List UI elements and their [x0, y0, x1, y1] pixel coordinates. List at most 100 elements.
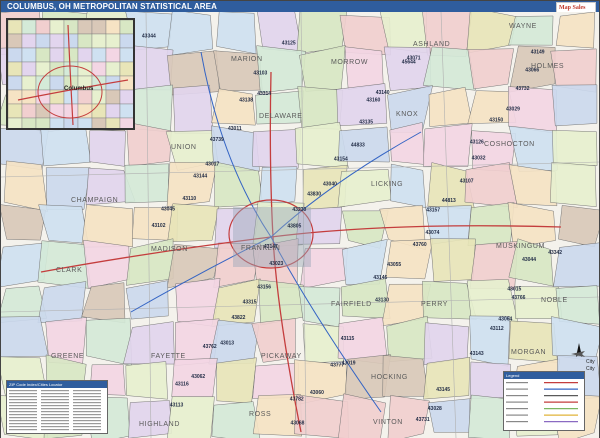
zip-label: 44813: [442, 198, 456, 204]
index-entry: [73, 405, 101, 407]
index-entry: [41, 420, 69, 422]
inset-zip-area: [35, 61, 51, 77]
index-entry: [41, 429, 69, 431]
inset-zip-area: [49, 33, 65, 49]
index-entry: [73, 390, 101, 392]
zip-label: 43115: [341, 336, 355, 342]
zip-label: 43055: [387, 262, 401, 268]
zip-area: [555, 285, 599, 325]
inset-zip-area: [77, 117, 93, 128]
zip-label: 43143: [470, 351, 484, 357]
zip-area: [211, 88, 256, 126]
inset-zip-area: [63, 47, 79, 63]
zip-label: 43107: [460, 179, 474, 185]
inset-zip-area: [35, 20, 51, 35]
zip-label: 43064: [498, 317, 512, 323]
county-label: ROSS: [249, 411, 272, 418]
index-entry: [73, 429, 101, 431]
legend-label-line: [506, 401, 528, 403]
inset-zip-area: [8, 75, 23, 91]
inset-zip-area: [91, 117, 107, 128]
county-label: ASHLAND: [413, 41, 451, 48]
zip-area: [128, 400, 173, 438]
index-entry: [9, 426, 37, 428]
zip-area: [552, 130, 598, 166]
zip-label: 43112: [490, 326, 504, 332]
zip-area: [422, 123, 473, 168]
zip-label: 43314: [257, 91, 271, 97]
zip-area: [256, 45, 306, 94]
index-entry: [9, 423, 37, 425]
inset-zip-area: [21, 61, 37, 77]
zip-area: [172, 84, 214, 134]
zip-label: 43344: [142, 34, 156, 40]
inset-zip-area: [8, 103, 23, 119]
inset-city-label: Columbus: [64, 86, 94, 92]
index-entry: [9, 417, 37, 419]
legend-label-line: [506, 388, 528, 390]
index-entry: [73, 420, 101, 422]
index-entry: [9, 402, 37, 404]
index-entry: [9, 396, 37, 398]
index-entry: [41, 417, 69, 419]
inset-zip-area: [91, 47, 107, 63]
inset-zip-area: [63, 33, 79, 49]
inset-zip-area: [35, 117, 51, 128]
index-entry: [41, 399, 69, 401]
zip-area: [508, 164, 558, 207]
county-label: WAYNE: [509, 23, 537, 30]
inset-zip-area: [91, 61, 107, 77]
zip-label: 43011: [228, 126, 242, 132]
index-entry: [9, 393, 37, 395]
zip-label: 43146: [373, 275, 387, 281]
map-frame: COLUMBUS, OH METROPOLITAN STATISTICAL AR…: [0, 0, 600, 438]
zip-label: 43062: [191, 374, 205, 380]
inset-zip-area: [119, 33, 133, 49]
index-entry: [9, 408, 37, 410]
legend-label-line: [506, 408, 528, 410]
zip-area: [166, 12, 214, 57]
county-label: KNOX: [396, 111, 419, 118]
zip-area: [508, 320, 558, 363]
zip-label: 43017: [205, 161, 219, 167]
zip-label: 43040: [323, 182, 337, 188]
county-label: MARION: [231, 56, 263, 63]
inset-zip-area: [63, 20, 79, 35]
index-entry: [9, 390, 37, 392]
county-label: MORROW: [331, 59, 369, 66]
zip-area: [124, 163, 170, 204]
inset-zip-area: [91, 75, 107, 91]
inset-zip-area: [63, 61, 79, 77]
index-entry: [73, 399, 101, 401]
inset-zip-area: [91, 33, 107, 49]
zip-area: [464, 162, 518, 208]
zip-label: 43150: [489, 117, 503, 123]
inset-map-graphic: [8, 20, 133, 128]
zip-area: [40, 127, 92, 167]
inset-zip-area: [8, 89, 23, 105]
index-entry: [9, 420, 37, 422]
zip-area: [252, 362, 300, 399]
inset-zip-area: [63, 117, 79, 128]
zip-area: [37, 281, 87, 324]
index-entry: [9, 429, 37, 431]
city-symbol-line2: City: [586, 366, 595, 372]
county-label: CLARK: [56, 267, 83, 274]
inset-zip-area: [77, 33, 93, 49]
zip-label: 43782: [290, 397, 304, 403]
inset-zip-area: [35, 47, 51, 63]
inset-zip-area: [8, 20, 23, 35]
county-label: CHAMPAIGN: [71, 197, 119, 204]
zip-area: [216, 12, 257, 55]
inset-zip-area: [105, 103, 121, 119]
county-label: VINTON: [373, 419, 403, 426]
zip-label: 43805: [287, 224, 301, 230]
zip-label: 43342: [548, 250, 562, 256]
zip-area: [508, 15, 554, 46]
index-entry: [73, 417, 101, 419]
zip-label: 43822: [232, 315, 246, 321]
index-entry: [9, 414, 37, 416]
zip-label: 43044: [522, 257, 536, 263]
zip-label: 43015: [507, 286, 521, 292]
zip-label: 43103: [253, 71, 267, 77]
